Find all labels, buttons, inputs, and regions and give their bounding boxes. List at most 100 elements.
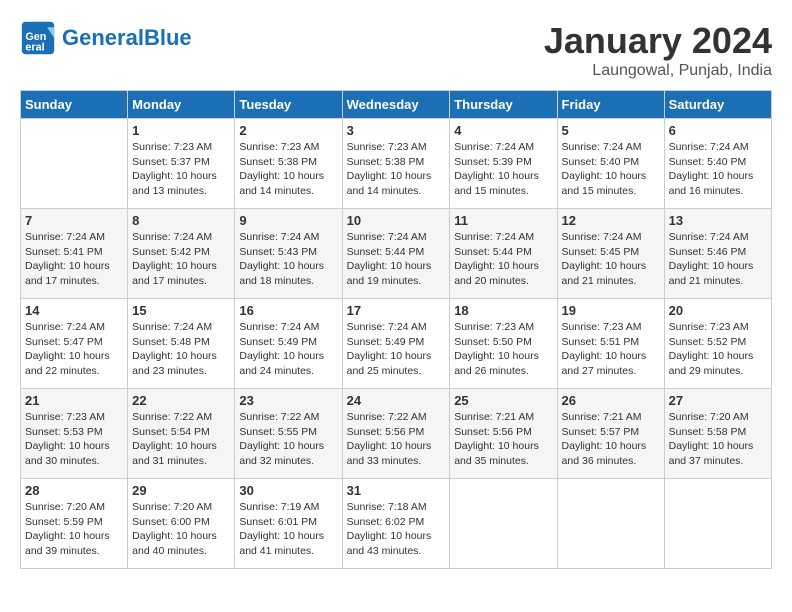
week-row-5: 28 Sunrise: 7:20 AM Sunset: 5:59 PM Dayli… [21, 479, 772, 569]
calendar-cell: 1 Sunrise: 7:23 AM Sunset: 5:37 PM Daylig… [128, 119, 235, 209]
day-info: Sunrise: 7:23 AM Sunset: 5:53 PM Dayligh… [25, 410, 123, 469]
calendar-cell: 30 Sunrise: 7:19 AM Sunset: 6:01 PM Dayli… [235, 479, 342, 569]
day-info: Sunrise: 7:18 AM Sunset: 6:02 PM Dayligh… [347, 500, 446, 559]
title-area: January 2024 Laungowal, Punjab, India [544, 20, 772, 80]
calendar-cell: 18 Sunrise: 7:23 AM Sunset: 5:50 PM Dayli… [450, 299, 557, 389]
weekday-header-sunday: Sunday [21, 91, 128, 119]
calendar-cell: 14Sunrise: 7:24 AM Sunset: 5:47 PM Dayli… [21, 299, 128, 389]
calendar-cell: 11 Sunrise: 7:24 AM Sunset: 5:44 PM Dayli… [450, 209, 557, 299]
day-info: Sunrise: 7:22 AM Sunset: 5:55 PM Dayligh… [239, 410, 337, 469]
calendar-cell [21, 119, 128, 209]
day-info: Sunrise: 7:24 AM Sunset: 5:43 PM Dayligh… [239, 230, 337, 289]
day-info: Sunrise: 7:24 AM Sunset: 5:48 PM Dayligh… [132, 320, 230, 379]
day-info: Sunrise: 7:22 AM Sunset: 5:54 PM Dayligh… [132, 410, 230, 469]
week-row-3: 14Sunrise: 7:24 AM Sunset: 5:47 PM Dayli… [21, 299, 772, 389]
day-info: Sunrise: 7:22 AM Sunset: 5:56 PM Dayligh… [347, 410, 446, 469]
day-number: 15 [132, 303, 230, 318]
day-number: 16 [239, 303, 337, 318]
day-info: Sunrise: 7:24 AM Sunset: 5:47 PM Dayligh… [25, 320, 123, 379]
calendar-cell: 25 Sunrise: 7:21 AM Sunset: 5:56 PM Dayli… [450, 389, 557, 479]
calendar-body: 1 Sunrise: 7:23 AM Sunset: 5:37 PM Daylig… [21, 119, 772, 569]
calendar-cell: 28 Sunrise: 7:20 AM Sunset: 5:59 PM Dayli… [21, 479, 128, 569]
calendar-cell: 27 Sunrise: 7:20 AM Sunset: 5:58 PM Dayli… [664, 389, 771, 479]
day-info: Sunrise: 7:20 AM Sunset: 6:00 PM Dayligh… [132, 500, 230, 559]
day-info: Sunrise: 7:20 AM Sunset: 5:59 PM Dayligh… [25, 500, 123, 559]
calendar-cell: 12Sunrise: 7:24 AM Sunset: 5:45 PM Dayli… [557, 209, 664, 299]
day-info: Sunrise: 7:21 AM Sunset: 5:56 PM Dayligh… [454, 410, 552, 469]
day-number: 3 [347, 123, 446, 138]
day-number: 26 [562, 393, 660, 408]
logo-general: General [62, 25, 144, 50]
week-row-1: 1 Sunrise: 7:23 AM Sunset: 5:37 PM Daylig… [21, 119, 772, 209]
calendar-header: SundayMondayTuesdayWednesdayThursdayFrid… [21, 91, 772, 119]
day-info: Sunrise: 7:23 AM Sunset: 5:52 PM Dayligh… [669, 320, 767, 379]
calendar-cell: 8Sunrise: 7:24 AM Sunset: 5:42 PM Daylig… [128, 209, 235, 299]
day-number: 29 [132, 483, 230, 498]
day-info: Sunrise: 7:24 AM Sunset: 5:44 PM Dayligh… [454, 230, 552, 289]
day-number: 30 [239, 483, 337, 498]
day-number: 12 [562, 213, 660, 228]
calendar-cell: 13Sunrise: 7:24 AM Sunset: 5:46 PM Dayli… [664, 209, 771, 299]
weekday-header-saturday: Saturday [664, 91, 771, 119]
day-info: Sunrise: 7:23 AM Sunset: 5:38 PM Dayligh… [347, 140, 446, 199]
day-number: 27 [669, 393, 767, 408]
calendar-cell: 6Sunrise: 7:24 AM Sunset: 5:40 PM Daylig… [664, 119, 771, 209]
calendar-subtitle: Laungowal, Punjab, India [544, 62, 772, 80]
day-number: 5 [562, 123, 660, 138]
day-number: 25 [454, 393, 552, 408]
day-info: Sunrise: 7:21 AM Sunset: 5:57 PM Dayligh… [562, 410, 660, 469]
day-number: 17 [347, 303, 446, 318]
day-info: Sunrise: 7:20 AM Sunset: 5:58 PM Dayligh… [669, 410, 767, 469]
day-info: Sunrise: 7:24 AM Sunset: 5:49 PM Dayligh… [239, 320, 337, 379]
calendar-cell: 4 Sunrise: 7:24 AM Sunset: 5:39 PM Daylig… [450, 119, 557, 209]
day-number: 1 [132, 123, 230, 138]
weekday-header-friday: Friday [557, 91, 664, 119]
day-number: 10 [347, 213, 446, 228]
day-number: 2 [239, 123, 337, 138]
calendar-cell: 29 Sunrise: 7:20 AM Sunset: 6:00 PM Dayli… [128, 479, 235, 569]
day-info: Sunrise: 7:24 AM Sunset: 5:39 PM Dayligh… [454, 140, 552, 199]
day-info: Sunrise: 7:19 AM Sunset: 6:01 PM Dayligh… [239, 500, 337, 559]
day-number: 11 [454, 213, 552, 228]
calendar-cell: 7Sunrise: 7:24 AM Sunset: 5:41 PM Daylig… [21, 209, 128, 299]
calendar-cell: 2 Sunrise: 7:23 AM Sunset: 5:38 PM Daylig… [235, 119, 342, 209]
day-info: Sunrise: 7:23 AM Sunset: 5:37 PM Dayligh… [132, 140, 230, 199]
calendar-table: SundayMondayTuesdayWednesdayThursdayFrid… [20, 90, 772, 569]
logo-text: GeneralBlue [62, 27, 192, 49]
calendar-cell: 3 Sunrise: 7:23 AM Sunset: 5:38 PM Daylig… [342, 119, 450, 209]
calendar-cell [557, 479, 664, 569]
calendar-cell: 31Sunrise: 7:18 AM Sunset: 6:02 PM Dayli… [342, 479, 450, 569]
day-number: 7 [25, 213, 123, 228]
day-number: 18 [454, 303, 552, 318]
calendar-cell [664, 479, 771, 569]
day-info: Sunrise: 7:23 AM Sunset: 5:38 PM Dayligh… [239, 140, 337, 199]
day-info: Sunrise: 7:24 AM Sunset: 5:49 PM Dayligh… [347, 320, 446, 379]
day-number: 28 [25, 483, 123, 498]
logo-icon: Gen eral [20, 20, 56, 56]
day-number: 8 [132, 213, 230, 228]
day-number: 19 [562, 303, 660, 318]
calendar-cell [450, 479, 557, 569]
day-info: Sunrise: 7:23 AM Sunset: 5:51 PM Dayligh… [562, 320, 660, 379]
calendar-cell: 23Sunrise: 7:22 AM Sunset: 5:55 PM Dayli… [235, 389, 342, 479]
week-row-4: 21Sunrise: 7:23 AM Sunset: 5:53 PM Dayli… [21, 389, 772, 479]
logo-blue: Blue [144, 25, 192, 50]
weekday-header-monday: Monday [128, 91, 235, 119]
calendar-cell: 15 Sunrise: 7:24 AM Sunset: 5:48 PM Dayli… [128, 299, 235, 389]
day-info: Sunrise: 7:24 AM Sunset: 5:44 PM Dayligh… [347, 230, 446, 289]
day-number: 6 [669, 123, 767, 138]
weekday-header-tuesday: Tuesday [235, 91, 342, 119]
weekday-header-thursday: Thursday [450, 91, 557, 119]
day-info: Sunrise: 7:24 AM Sunset: 5:46 PM Dayligh… [669, 230, 767, 289]
calendar-cell: 9 Sunrise: 7:24 AM Sunset: 5:43 PM Daylig… [235, 209, 342, 299]
day-number: 22 [132, 393, 230, 408]
day-number: 4 [454, 123, 552, 138]
week-row-2: 7Sunrise: 7:24 AM Sunset: 5:41 PM Daylig… [21, 209, 772, 299]
day-number: 24 [347, 393, 446, 408]
svg-text:eral: eral [25, 42, 44, 54]
calendar-cell: 22 Sunrise: 7:22 AM Sunset: 5:54 PM Dayli… [128, 389, 235, 479]
day-info: Sunrise: 7:24 AM Sunset: 5:40 PM Dayligh… [562, 140, 660, 199]
day-number: 9 [239, 213, 337, 228]
calendar-cell: 5 Sunrise: 7:24 AM Sunset: 5:40 PM Daylig… [557, 119, 664, 209]
day-info: Sunrise: 7:23 AM Sunset: 5:50 PM Dayligh… [454, 320, 552, 379]
